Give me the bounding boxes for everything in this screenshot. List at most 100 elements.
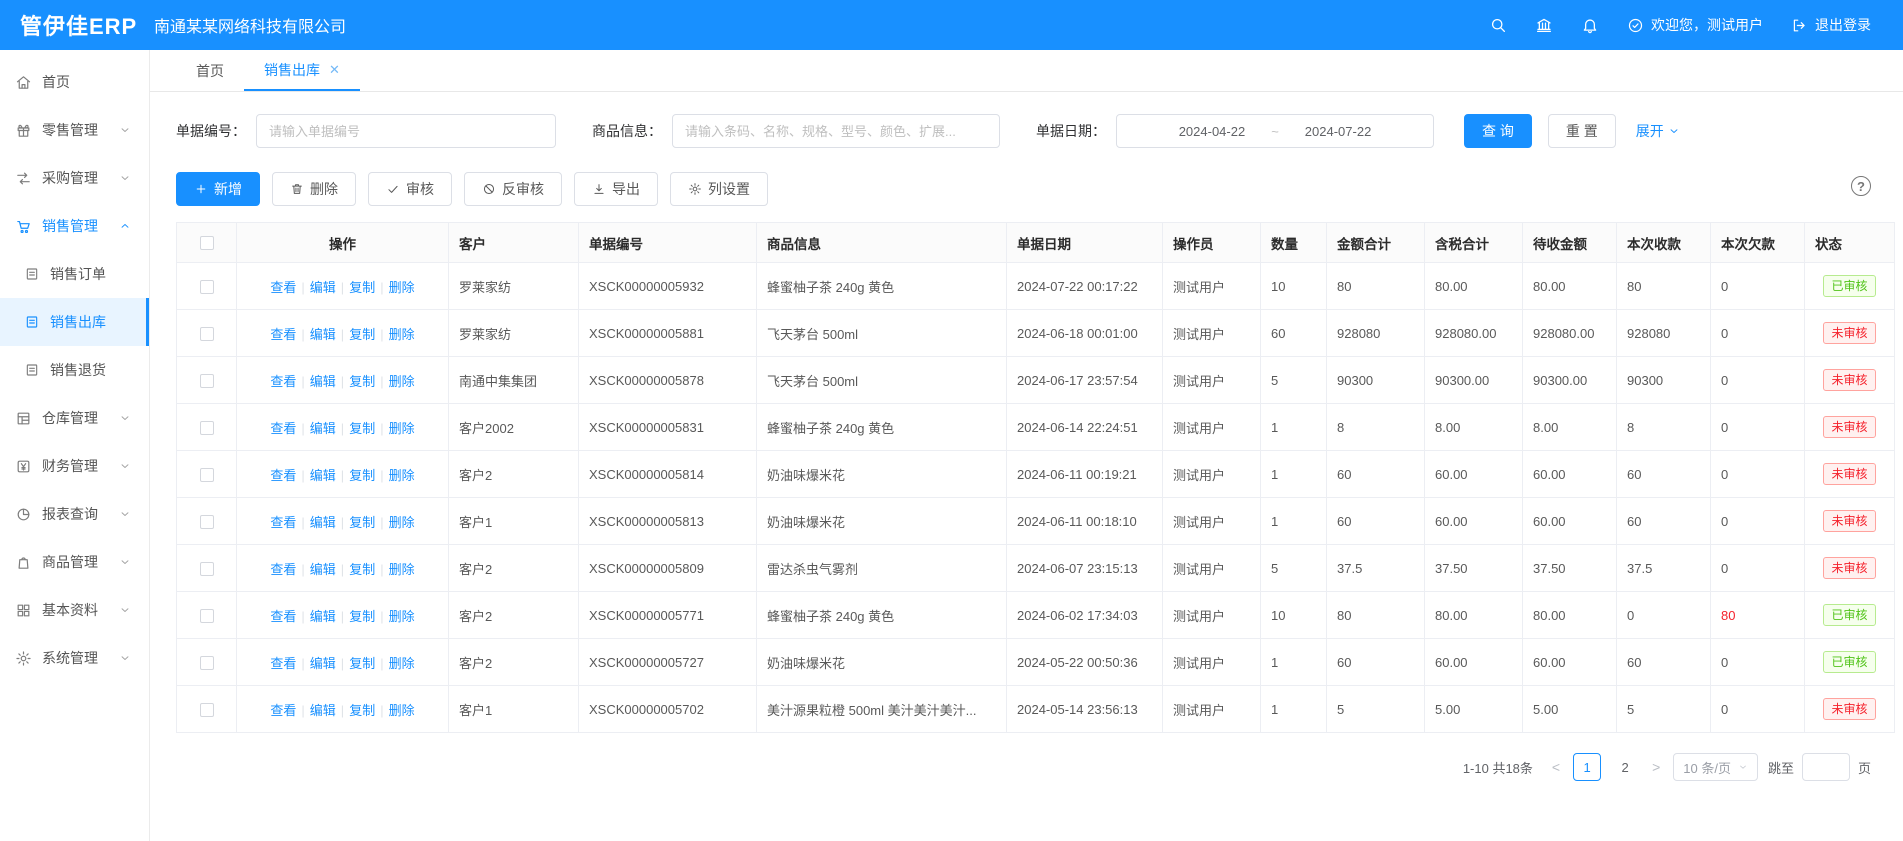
edit-link[interactable]: 编辑 — [310, 515, 336, 530]
cell-status: 未审核 — [1805, 357, 1895, 404]
copy-link[interactable]: 复制 — [349, 609, 375, 624]
status-badge: 未审核 — [1823, 416, 1875, 438]
delete-link[interactable]: 删除 — [389, 562, 415, 577]
sidebar-item-report-query[interactable]: 报表查询 — [0, 490, 149, 538]
chevron-down-icon — [119, 508, 131, 520]
view-link[interactable]: 查看 — [270, 280, 296, 295]
copy-link[interactable]: 复制 — [349, 280, 375, 295]
row-checkbox[interactable] — [200, 703, 214, 717]
sidebar-item-purchase-mgmt[interactable]: 采购管理 — [0, 154, 149, 202]
edit-link[interactable]: 编辑 — [310, 562, 336, 577]
view-link[interactable]: 查看 — [270, 468, 296, 483]
row-checkbox[interactable] — [200, 515, 214, 529]
sidebar-item-retail-mgmt[interactable]: 零售管理 — [0, 106, 149, 154]
edit-link[interactable]: 编辑 — [310, 280, 336, 295]
date-start-value[interactable]: 2024-04-22 — [1179, 124, 1246, 139]
sidebar-item-label: 零售管理 — [42, 120, 119, 140]
view-link[interactable]: 查看 — [270, 515, 296, 530]
copy-link[interactable]: 复制 — [349, 421, 375, 436]
delete-link[interactable]: 删除 — [389, 703, 415, 718]
copy-link[interactable]: 复制 — [349, 468, 375, 483]
search-icon[interactable] — [1489, 16, 1507, 34]
copy-link[interactable]: 复制 — [349, 515, 375, 530]
copy-link[interactable]: 复制 — [349, 374, 375, 389]
sidebar-item-system-mgmt[interactable]: 系统管理 — [0, 634, 149, 682]
row-checkbox[interactable] — [200, 327, 214, 341]
copy-link[interactable]: 复制 — [349, 656, 375, 671]
view-link[interactable]: 查看 — [270, 421, 296, 436]
delete-link[interactable]: 删除 — [389, 421, 415, 436]
delete-link[interactable]: 删除 — [389, 609, 415, 624]
delete-link[interactable]: 删除 — [389, 468, 415, 483]
welcome-user[interactable]: 欢迎您，测试用户 — [1627, 15, 1763, 35]
delete-link[interactable]: 删除 — [389, 656, 415, 671]
delete-link[interactable]: 删除 — [389, 327, 415, 342]
row-checkbox[interactable] — [200, 609, 214, 623]
delete-link[interactable]: 删除 — [389, 280, 415, 295]
date-separator: ~ — [1271, 124, 1279, 139]
close-icon[interactable]: ✕ — [329, 62, 340, 78]
row-checkbox[interactable] — [200, 656, 214, 670]
view-link[interactable]: 查看 — [270, 609, 296, 624]
sidebar-item-sales-return[interactable]: 销售退货 — [0, 346, 149, 394]
row-checkbox[interactable] — [200, 280, 214, 294]
view-link[interactable]: 查看 — [270, 703, 296, 718]
sidebar-item-home[interactable]: 首页 — [0, 58, 149, 106]
edit-link[interactable]: 编辑 — [310, 609, 336, 624]
bank-icon[interactable] — [1535, 16, 1553, 34]
page-size-select[interactable]: 10 条/页 — [1673, 753, 1758, 781]
column-settings-button[interactable]: 列设置 — [670, 172, 768, 206]
sidebar-item-warehouse-mgmt[interactable]: 仓库管理 — [0, 394, 149, 442]
edit-link[interactable]: 编辑 — [310, 327, 336, 342]
row-checkbox[interactable] — [200, 562, 214, 576]
select-all-checkbox[interactable] — [200, 236, 214, 250]
reset-button[interactable]: 重 置 — [1548, 114, 1616, 148]
search-button[interactable]: 查 询 — [1464, 114, 1532, 148]
copy-link[interactable]: 复制 — [349, 327, 375, 342]
sidebar-item-goods-mgmt[interactable]: 商品管理 — [0, 538, 149, 586]
add-button[interactable]: 新增 — [176, 172, 260, 206]
next-page-button[interactable]: > — [1649, 759, 1663, 775]
copy-link[interactable]: 复制 — [349, 562, 375, 577]
bell-icon[interactable] — [1581, 16, 1599, 34]
tab-sales-outbound[interactable]: 销售出库✕ — [244, 50, 360, 91]
edit-link[interactable]: 编辑 — [310, 421, 336, 436]
sidebar-item-basic-data[interactable]: 基本资料 — [0, 586, 149, 634]
row-checkbox[interactable] — [200, 421, 214, 435]
row-checkbox[interactable] — [200, 374, 214, 388]
export-button[interactable]: 导出 — [574, 172, 658, 206]
edit-link[interactable]: 编辑 — [310, 656, 336, 671]
page-2-button[interactable]: 2 — [1611, 753, 1639, 781]
expand-link[interactable]: 展开 — [1636, 121, 1680, 141]
edit-link[interactable]: 编辑 — [310, 468, 336, 483]
unaudit-button[interactable]: 反审核 — [464, 172, 562, 206]
jump-page-input[interactable] — [1802, 753, 1850, 781]
view-link[interactable]: 查看 — [270, 327, 296, 342]
sidebar-item-finance-mgmt[interactable]: 财务管理 — [0, 442, 149, 490]
view-link[interactable]: 查看 — [270, 562, 296, 577]
sidebar-item-sales-order[interactable]: 销售订单 — [0, 250, 149, 298]
sidebar-item-sales-mgmt[interactable]: 销售管理 — [0, 202, 149, 250]
sidebar-item-sales-outbound[interactable]: 销售出库 — [0, 298, 149, 346]
prev-page-button[interactable]: < — [1549, 759, 1563, 775]
date-range-input[interactable]: 2024-04-22 ~ 2024-07-22 — [1116, 114, 1434, 148]
page-1-button[interactable]: 1 — [1573, 753, 1601, 781]
delete-link[interactable]: 删除 — [389, 515, 415, 530]
audit-button[interactable]: 审核 — [368, 172, 452, 206]
edit-link[interactable]: 编辑 — [310, 374, 336, 389]
copy-link[interactable]: 复制 — [349, 703, 375, 718]
order-no-input[interactable] — [256, 114, 556, 148]
view-link[interactable]: 查看 — [270, 656, 296, 671]
product-info-input[interactable] — [672, 114, 1000, 148]
logout-button[interactable]: 退出登录 — [1791, 15, 1871, 35]
delete-button[interactable]: 删除 — [272, 172, 356, 206]
row-checkbox[interactable] — [200, 468, 214, 482]
help-icon[interactable]: ? — [1851, 176, 1871, 196]
view-link[interactable]: 查看 — [270, 374, 296, 389]
delete-link[interactable]: 删除 — [389, 374, 415, 389]
cell-operator: 测试用户 — [1163, 357, 1261, 404]
date-end-value[interactable]: 2024-07-22 — [1305, 124, 1372, 139]
sidebar-item-label: 财务管理 — [42, 456, 119, 476]
tab-home[interactable]: 首页 — [176, 50, 244, 91]
edit-link[interactable]: 编辑 — [310, 703, 336, 718]
